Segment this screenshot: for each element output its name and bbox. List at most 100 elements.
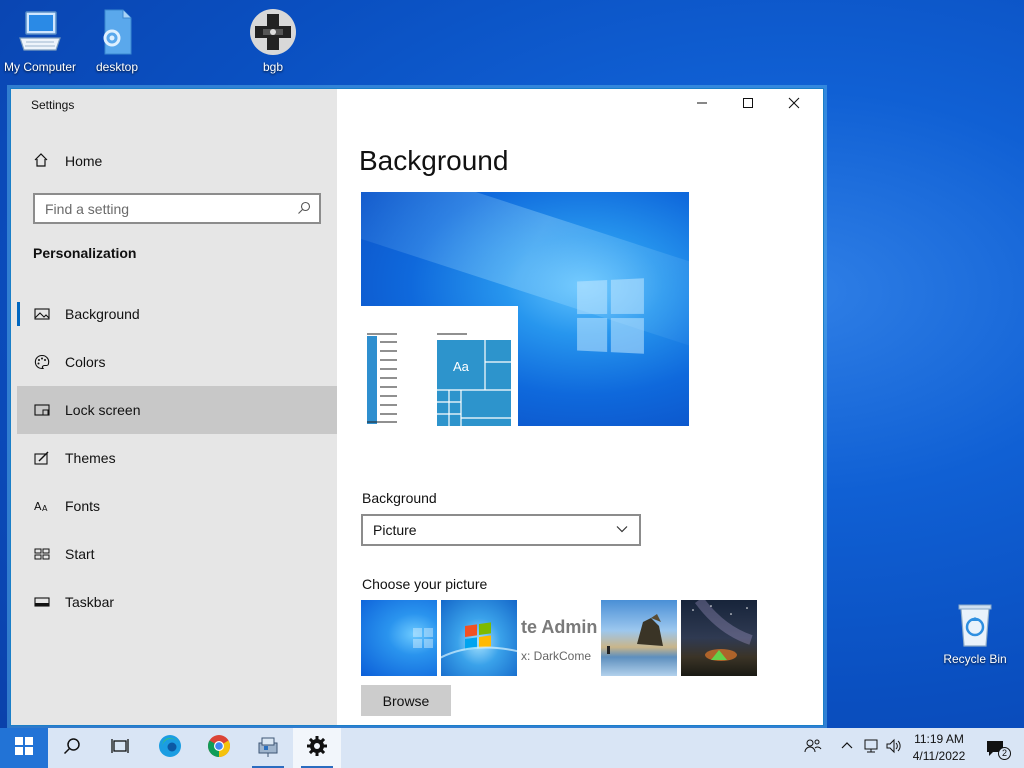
sidebar: Settings Home Find a setting Personaliza… [17, 89, 337, 725]
task-view-button[interactable] [96, 728, 144, 768]
notification-count: 2 [998, 747, 1011, 760]
search-button[interactable] [48, 728, 96, 768]
chrome-button[interactable] [195, 728, 243, 768]
network-app-icon [256, 734, 280, 763]
palette-icon [33, 353, 51, 371]
recycle-bin-icon [951, 600, 999, 648]
start-icon [15, 736, 33, 760]
home-icon [33, 152, 51, 170]
choose-picture-label: Choose your picture [362, 576, 488, 592]
chevron-down-icon [615, 522, 629, 539]
lock-screen-icon [33, 401, 51, 419]
sidebar-item-taskbar[interactable]: Taskbar [17, 578, 337, 626]
sidebar-item-label: Themes [65, 450, 116, 466]
gamepad-icon [249, 8, 297, 56]
people-button[interactable] [800, 728, 826, 768]
picture-thumbnail-2[interactable] [441, 600, 517, 676]
picture-icon [33, 305, 51, 323]
thumbnail-text-line2: x: DarkCome [521, 649, 592, 663]
start-icon [33, 545, 51, 563]
chrome-icon [207, 734, 231, 763]
sidebar-item-label: Start [65, 546, 95, 562]
search-icon [297, 201, 311, 218]
computer-icon [16, 8, 64, 56]
people-icon [804, 737, 822, 760]
close-button[interactable] [771, 89, 817, 121]
themes-icon [33, 449, 51, 467]
minimize-button[interactable] [679, 89, 725, 121]
night-sky-tent-icon [692, 600, 753, 661]
selected-indicator [17, 302, 20, 326]
settings-icon [306, 735, 328, 762]
task-view-icon [111, 737, 129, 760]
windows7-logo-icon [441, 622, 517, 659]
svg-text:A: A [42, 504, 48, 513]
settings-window: Settings Home Find a setting Personaliza… [10, 88, 824, 726]
background-dropdown-value: Picture [373, 522, 417, 538]
preview-sample-text: Aa [453, 359, 469, 374]
picture-thumbnail-3[interactable]: te Admin x: DarkCome [521, 600, 597, 676]
clock[interactable]: 11:19 AM 4/11/2022 [900, 731, 978, 765]
background-preview: Aa [361, 192, 689, 426]
sidebar-item-label: Background [65, 306, 140, 322]
settings-taskbar-button[interactable] [293, 728, 341, 768]
close-icon [788, 96, 800, 114]
windows-logo-icon [413, 628, 433, 648]
sidebar-item-label: Colors [65, 354, 106, 370]
show-hidden-icons-button[interactable] [838, 728, 856, 768]
search-input[interactable]: Find a setting [33, 193, 321, 224]
sidebar-item-lock-screen[interactable]: Lock screen [17, 386, 337, 434]
desktop-icon-label: Recycle Bin [943, 652, 1007, 666]
edge-button[interactable] [146, 728, 194, 768]
chevron-up-icon [841, 739, 853, 757]
desktop-icon-label: desktop [95, 60, 139, 74]
sidebar-item-start[interactable]: Start [17, 530, 337, 578]
page-title: Background [359, 145, 509, 176]
sidebar-item-label: Fonts [65, 498, 101, 514]
file-icon [93, 8, 141, 56]
content-pane: Background Aa Background Picture Choose … [337, 89, 823, 725]
start-button[interactable] [0, 728, 48, 768]
desktop-icon-desktop[interactable]: desktop [77, 8, 157, 74]
network-icon [862, 737, 880, 760]
desktop-icon-bgb[interactable]: bgb [233, 8, 313, 74]
clock-time: 11:19 AM [914, 732, 964, 746]
sidebar-item-background[interactable]: Background [17, 290, 337, 338]
network-tray-button[interactable] [860, 728, 882, 768]
notification-icon: 2 [985, 738, 1011, 760]
section-title: Personalization [33, 245, 137, 261]
minimize-icon [696, 96, 708, 114]
sidebar-home[interactable]: Home [33, 149, 102, 173]
sidebar-item-colors[interactable]: Colors [17, 338, 337, 386]
svg-text:A: A [34, 500, 42, 513]
thumbnail-text-line1: te Admin [521, 617, 597, 637]
taskbar-icon [33, 593, 51, 611]
picture-thumbnail-5[interactable] [681, 600, 757, 676]
sidebar-item-themes[interactable]: Themes [17, 434, 337, 482]
clock-date: 4/11/2022 [912, 749, 966, 763]
preview-start-menu-tiles-icon [367, 333, 511, 426]
picture-thumbnail-4[interactable] [601, 600, 677, 676]
windows-logo-icon [577, 278, 644, 354]
sidebar-item-label: Lock screen [65, 402, 141, 418]
picture-thumbnail-1[interactable] [361, 600, 437, 676]
sidebar-home-label: Home [65, 153, 103, 169]
desktop-icon-recycle-bin[interactable]: Recycle Bin [935, 600, 1015, 666]
notification-button[interactable]: 2 [980, 728, 1011, 768]
browse-button[interactable]: Browse [361, 685, 451, 716]
network-app-button[interactable] [244, 728, 292, 768]
maximize-icon [742, 96, 754, 114]
maximize-button[interactable] [725, 89, 771, 121]
sidebar-item-fonts[interactable]: AA Fonts [17, 482, 337, 530]
beach-rock-icon [607, 614, 663, 654]
preview-start-menu: Aa [361, 306, 518, 426]
search-placeholder: Find a setting [45, 200, 130, 217]
desktop-icon-label: bgb [262, 60, 284, 74]
taskbar: 11:19 AM 4/11/2022 2 [0, 728, 1024, 768]
window-title: Settings [31, 98, 75, 112]
background-dropdown[interactable]: Picture [361, 514, 641, 546]
desktop-icon-my-computer[interactable]: My Computer [0, 8, 80, 74]
background-label: Background [362, 490, 437, 506]
sidebar-item-label: Taskbar [65, 594, 115, 610]
desktop-icon-label: My Computer [3, 60, 77, 74]
